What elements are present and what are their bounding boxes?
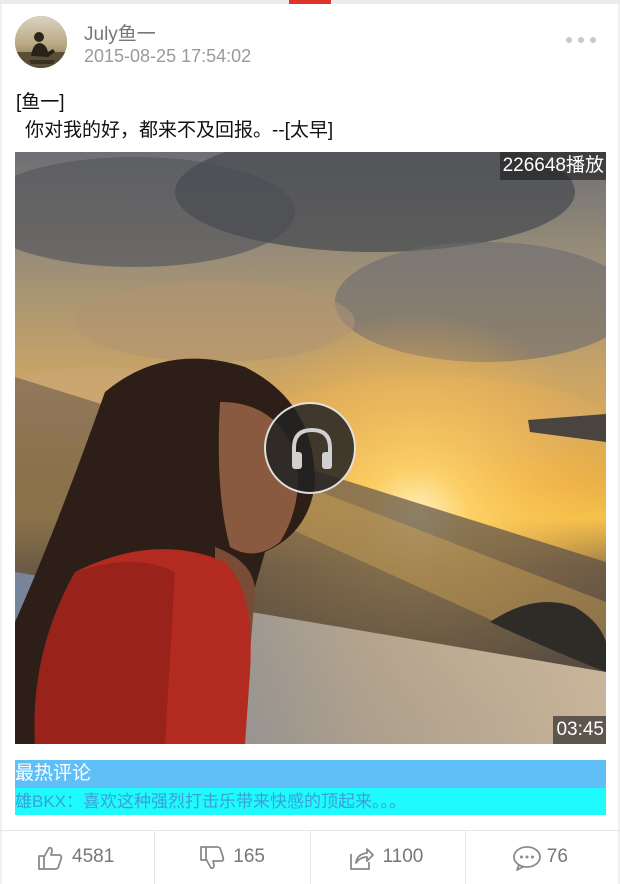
hot-comment[interactable]: 雄BKX：喜欢这种强烈打击乐带来快感的顶起来。。。 <box>15 788 606 815</box>
play-button[interactable] <box>264 402 356 494</box>
more-icon[interactable] <box>566 34 602 46</box>
video-duration: 03:45 <box>553 716 606 744</box>
share-icon <box>349 848 374 870</box>
avatar[interactable] <box>15 16 67 68</box>
dislike-button[interactable]: 165 <box>154 831 309 884</box>
more-dot <box>566 37 572 43</box>
post-text-line-1: [鱼一] <box>16 92 65 113</box>
comment-button[interactable]: 76 <box>464 831 620 884</box>
more-dot <box>578 37 584 43</box>
video-player[interactable]: 226648播放 03:45 <box>15 152 606 744</box>
headphones-icon <box>292 427 332 469</box>
thumbs-down-icon <box>200 846 225 870</box>
post-timestamp: 2015-08-25 17:54:02 <box>84 46 252 66</box>
hot-comments-header[interactable]: 最热评论 <box>15 760 606 788</box>
thumbs-up-icon <box>38 846 63 870</box>
comment-icon <box>512 846 541 871</box>
play-count: 226648播放 <box>499 152 606 180</box>
comment-count: 76 <box>546 846 568 867</box>
like-count: 4581 <box>72 846 115 867</box>
like-button[interactable]: 4581 <box>0 831 154 884</box>
share-count: 1100 <box>382 846 424 867</box>
more-dot <box>590 37 596 43</box>
action-bar: 4581 165 1100 76 <box>0 830 620 884</box>
post-text-line-2: 你对我的好，都来不及回报。--[太早] <box>25 120 334 141</box>
active-tab-indicator <box>289 0 331 4</box>
username[interactable]: July鱼一 <box>84 19 156 46</box>
share-button[interactable]: 1100 <box>309 831 465 884</box>
dislike-count: 165 <box>233 846 265 867</box>
post-card: July鱼一 2015-08-25 17:54:02 [鱼一] 你对我的好，都来… <box>0 0 620 884</box>
card-border-left <box>0 4 2 884</box>
